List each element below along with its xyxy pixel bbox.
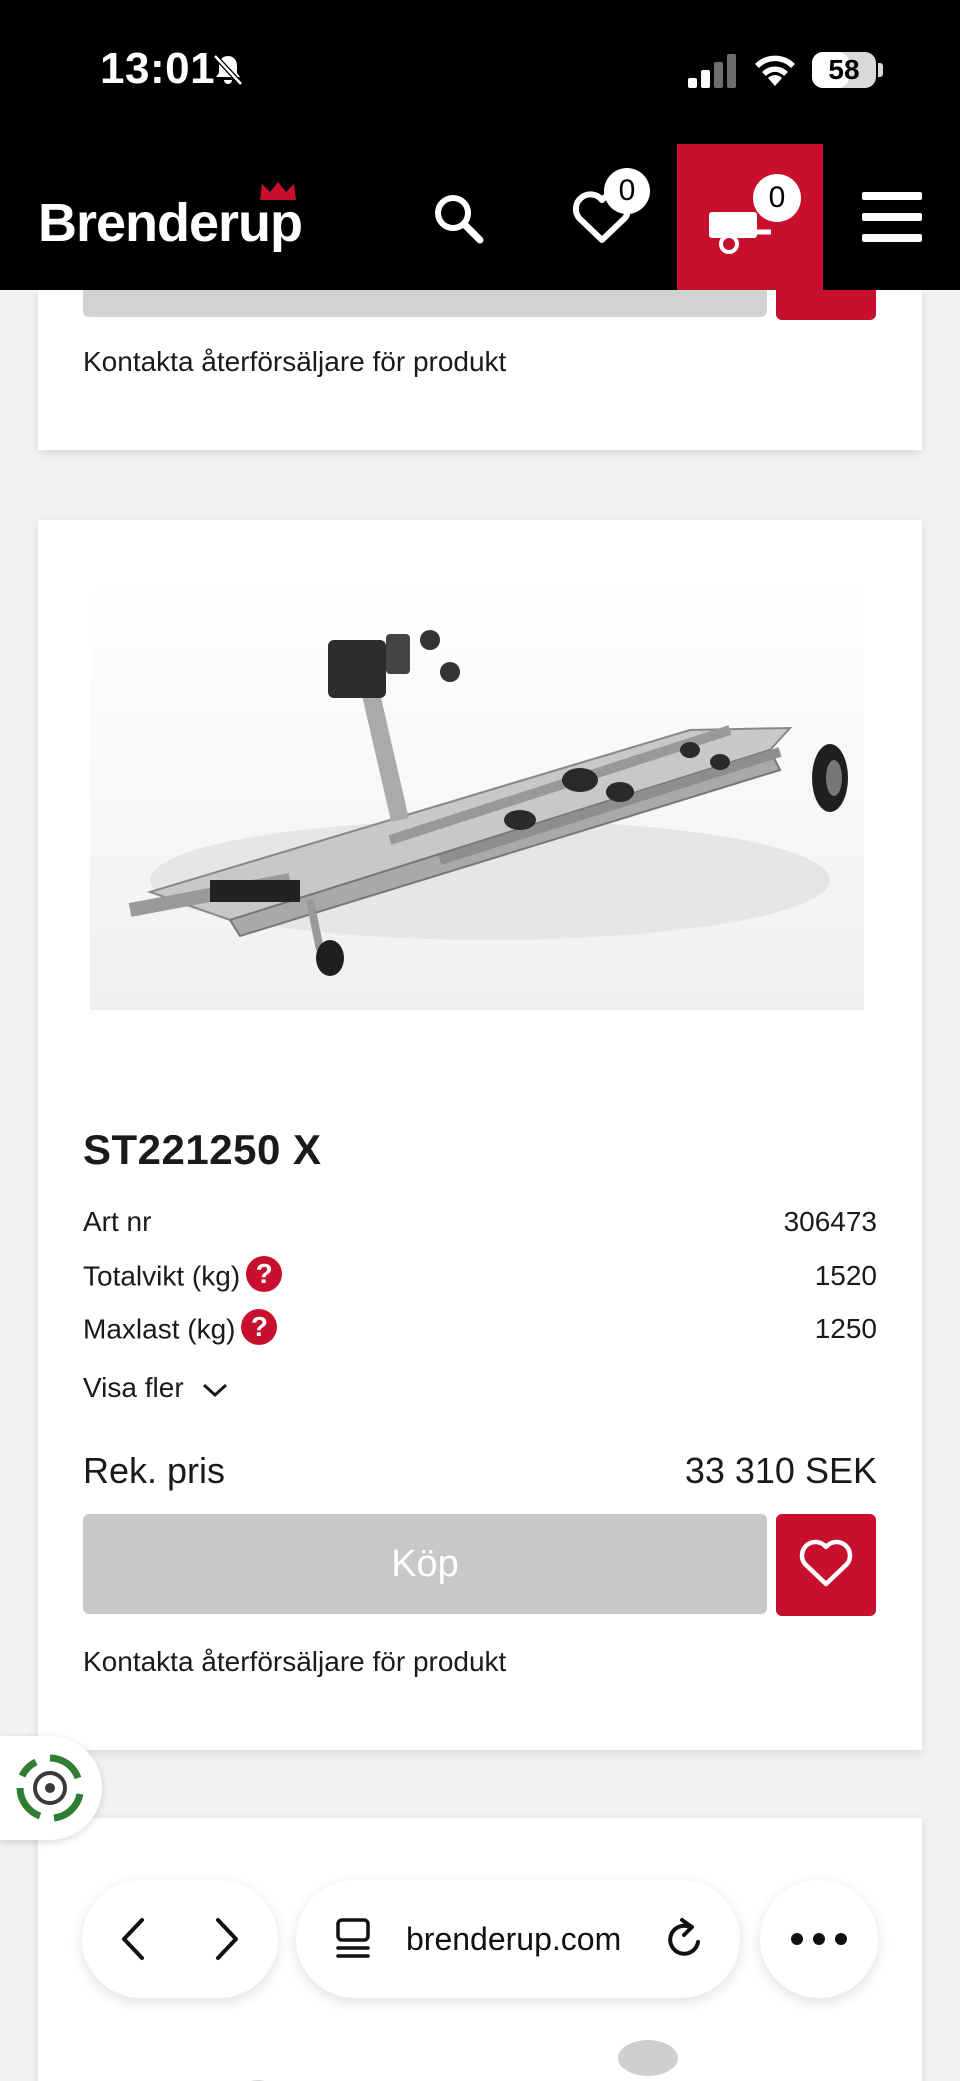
wishlist-button-previous[interactable] <box>776 290 876 320</box>
contact-dealer-text: Kontakta återförsäljare för produkt <box>83 346 507 377</box>
product-card-previous: Kontakta återförsäljare för produkt <box>38 290 922 450</box>
logo-text: Brenderup <box>38 193 303 253</box>
status-time: 13:01 <box>100 44 216 93</box>
url-value: brenderup.com <box>406 1921 622 1957</box>
bell-slash-icon <box>213 54 243 86</box>
product-image-next[interactable] <box>188 2018 788 2081</box>
search-icon[interactable] <box>432 192 484 244</box>
reload-icon[interactable] <box>662 1916 706 1962</box>
signal-icon <box>688 54 736 88</box>
url-text: brenderup.com <box>406 1916 632 1962</box>
spec-value: 1520 <box>814 1260 877 1291</box>
spec-value: 306473 <box>783 1206 877 1237</box>
question-help-icon[interactable]: ? <box>246 1256 283 1292</box>
spec-label: Maxlast (kg)? <box>83 1309 278 1349</box>
buy-button-previous[interactable] <box>83 290 767 317</box>
product-card: ST221250 X Art nr 306473 Totalvikt (kg)?… <box>38 520 922 1750</box>
eco-badge[interactable] <box>0 1736 102 1840</box>
heart-icon <box>799 1539 853 1587</box>
cart-button[interactable]: 0 <box>677 144 823 290</box>
price-label: Rek. pris <box>83 1450 226 1491</box>
product-title[interactable]: ST221250 X <box>83 1126 322 1174</box>
spec-row-art-nr: Art nr 306473 <box>83 1206 877 1246</box>
hamburger-menu-icon[interactable] <box>862 190 922 244</box>
tabs-icon[interactable] <box>334 1918 372 1960</box>
spec-label-text: Totalvikt (kg) <box>83 1260 241 1292</box>
spec-value: 1250 <box>814 1313 877 1344</box>
browser-nav-group <box>82 1880 278 1998</box>
buy-button[interactable]: Köp <box>83 1514 767 1614</box>
wifi-icon <box>755 55 795 86</box>
spec-label-text: Maxlast (kg) <box>83 1313 236 1345</box>
forward-icon[interactable] <box>206 1916 246 1962</box>
battery-percent: 58 <box>828 54 860 85</box>
recycle-wheel-icon <box>16 1754 84 1822</box>
site-header: Brenderup 0 0 <box>0 140 960 290</box>
price-value: 33 310 SEK <box>684 1450 877 1491</box>
battery-icon: 58 <box>812 52 876 88</box>
spec-label: Art nr <box>83 1206 152 1237</box>
spec-row-maxlast: Maxlast (kg)? 1250 <box>83 1309 877 1353</box>
back-icon[interactable] <box>114 1916 154 1962</box>
show-more-toggle[interactable]: Visa fler <box>83 1372 229 1404</box>
product-image[interactable] <box>90 580 864 1010</box>
question-help-icon[interactable]: ? <box>241 1309 278 1345</box>
battery-tip <box>878 63 883 77</box>
chevron-down-icon <box>203 1383 228 1397</box>
show-more-label: Visa fler <box>83 1372 184 1403</box>
cart-count-badge: 0 <box>753 174 801 222</box>
wishlist-count-badge: 0 <box>604 168 650 214</box>
contact-dealer-text: Kontakta återförsäljare för produkt <box>83 1646 507 1677</box>
wishlist-button[interactable] <box>776 1514 876 1616</box>
spec-label: Totalvikt (kg)? <box>83 1256 283 1296</box>
status-bar: 13:01 58 <box>0 0 960 140</box>
more-icon <box>791 1933 847 1945</box>
brenderup-logo[interactable]: Brenderup <box>38 182 330 253</box>
address-bar[interactable]: brenderup.com <box>296 1880 740 1998</box>
spec-row-totalvikt: Totalvikt (kg)? 1520 <box>83 1256 877 1300</box>
more-button[interactable] <box>760 1880 878 1998</box>
